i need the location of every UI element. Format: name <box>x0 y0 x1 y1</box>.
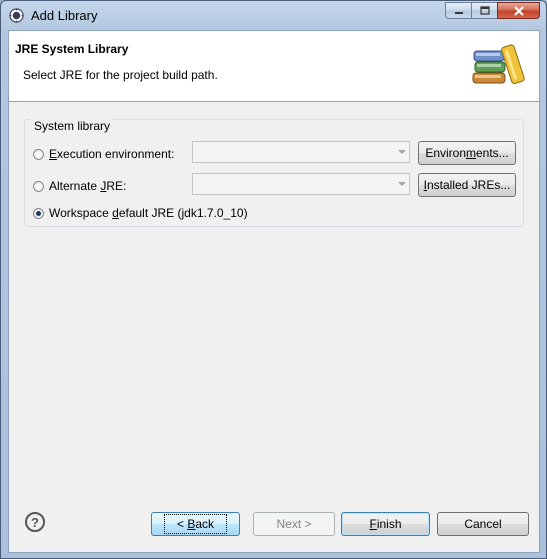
next-button[interactable]: Next > <box>253 512 335 536</box>
eclipse-icon <box>9 8 24 23</box>
minimize-button[interactable] <box>445 2 471 19</box>
workspace-default-jre-option[interactable]: Workspace default JRE (jdk1.7.0_10) <box>33 206 248 220</box>
dialog-client-area: JRE System Library Select JRE for the pr… <box>8 30 540 553</box>
finish-button[interactable]: Finish <box>341 512 430 536</box>
close-icon <box>513 5 524 16</box>
wizard-header: JRE System Library Select JRE for the pr… <box>9 31 539 102</box>
system-library-label: System library <box>31 119 114 133</box>
execution-environment-label: Execution environment: <box>49 147 175 161</box>
environments-button-label: Environments... <box>425 146 509 160</box>
alternate-jre-label: Alternate JRE: <box>49 179 127 193</box>
installed-jres-button-label: Installed JREs... <box>423 178 511 192</box>
title-bar[interactable]: Add Library <box>1 1 546 30</box>
execution-environment-radio[interactable] <box>33 148 44 160</box>
add-library-window: Add Library JRE System Library Select JR… <box>0 0 547 559</box>
execution-environment-option[interactable]: Execution environment: <box>33 147 174 161</box>
caption-buttons <box>445 2 540 19</box>
alternate-jre-radio[interactable] <box>33 180 44 192</box>
finish-button-label: Finish <box>369 517 402 531</box>
library-books-icon <box>472 44 525 85</box>
back-button[interactable]: < Back <box>151 512 240 536</box>
alternate-jre-combo[interactable] <box>192 173 410 195</box>
window-title: Add Library <box>31 8 98 23</box>
help-icon[interactable]: ? <box>25 512 45 532</box>
page-title: JRE System Library <box>15 42 129 56</box>
page-description: Select JRE for the project build path. <box>23 68 218 82</box>
environments-button[interactable]: Environments... <box>418 141 516 165</box>
back-button-label: < Back <box>163 514 228 534</box>
next-button-label: Next > <box>276 517 312 531</box>
workspace-default-jre-radio[interactable] <box>33 207 44 219</box>
workspace-default-jre-label: Workspace default JRE (jdk1.7.0_10) <box>49 206 248 220</box>
minimize-icon <box>454 11 463 14</box>
chevron-down-icon <box>398 182 406 186</box>
installed-jres-button[interactable]: Installed JREs... <box>418 173 516 197</box>
maximize-icon <box>479 6 490 15</box>
alternate-jre-option[interactable]: Alternate JRE: <box>33 179 126 193</box>
execution-environment-combo[interactable] <box>192 141 410 163</box>
cancel-button[interactable]: Cancel <box>437 512 529 536</box>
chevron-down-icon <box>398 150 406 154</box>
close-button[interactable] <box>497 2 540 19</box>
maximize-button[interactable] <box>471 2 497 19</box>
cancel-button-label: Cancel <box>464 517 502 531</box>
